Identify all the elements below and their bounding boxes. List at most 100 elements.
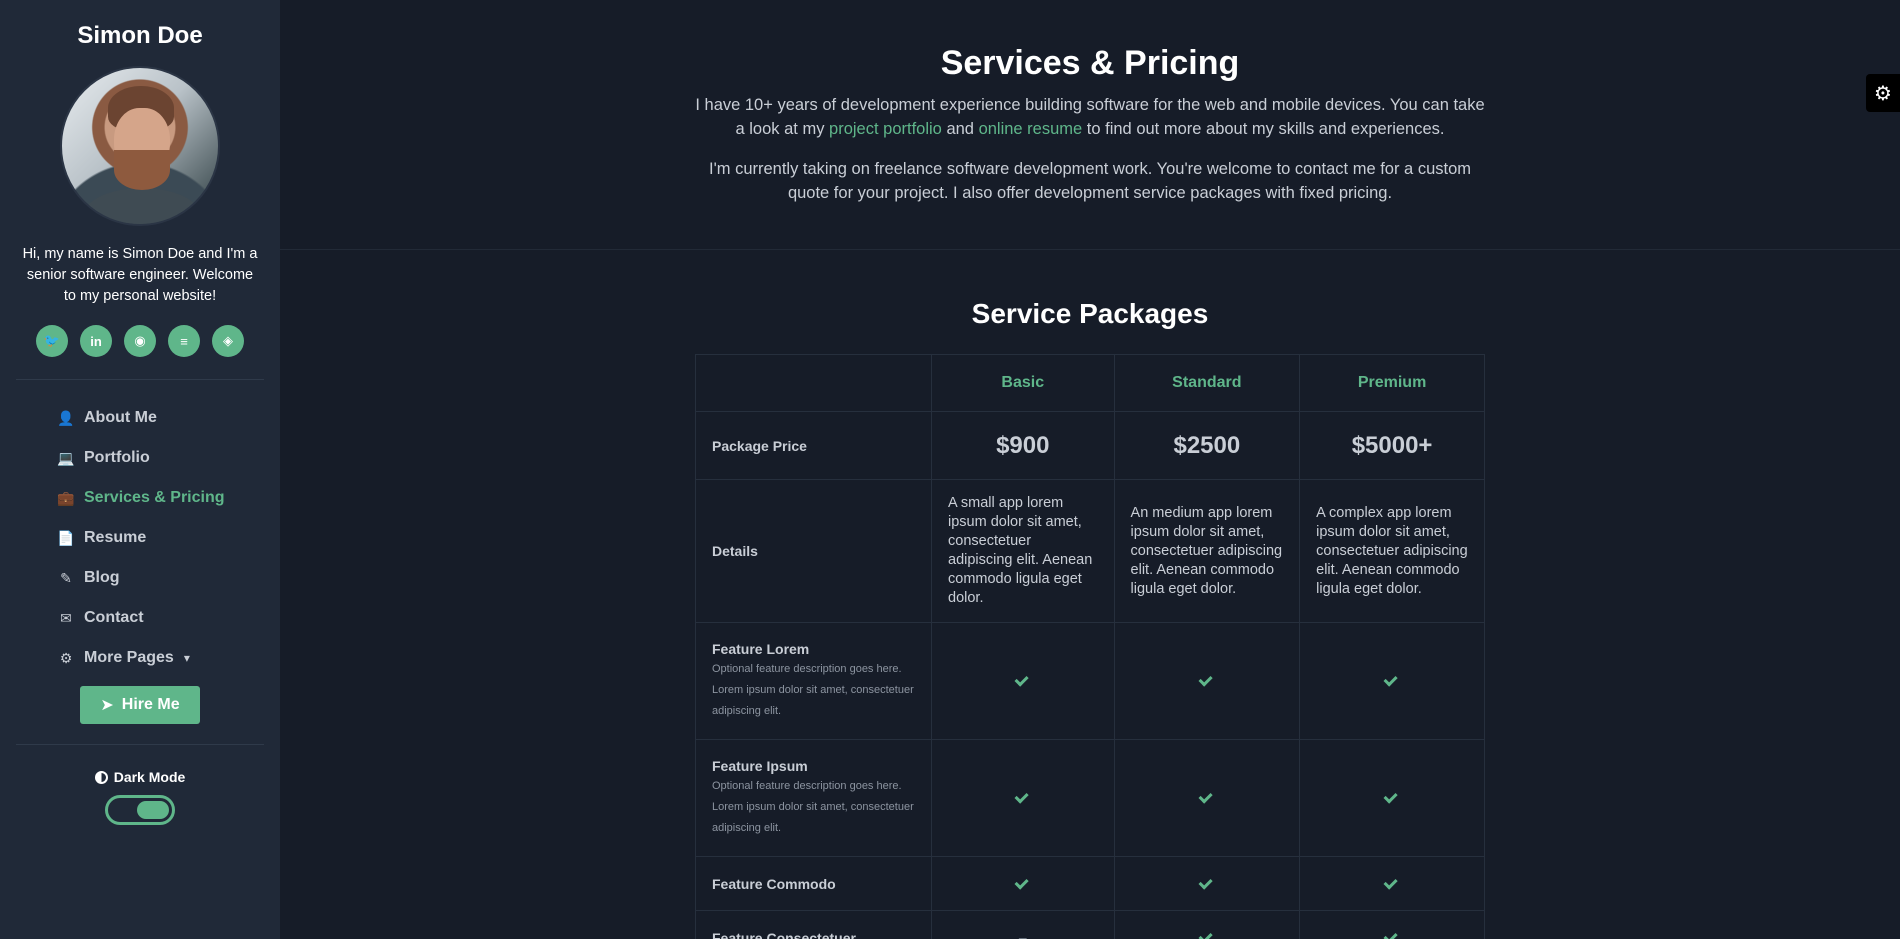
dark-mode-toggle[interactable]	[105, 795, 175, 825]
section-title: Service Packages	[971, 298, 1209, 329]
intro-section: Services & Pricing I have 10+ years of d…	[280, 0, 1900, 250]
sidebar: Simon Doe Hi, my name is Simon Doe and I…	[0, 0, 280, 939]
feature-cell-basic	[931, 622, 1115, 740]
check-icon	[1198, 789, 1213, 804]
user-icon: 👤	[57, 409, 75, 426]
column-header-premium: Premium	[1299, 354, 1485, 412]
feature-label: Feature Consectetuer	[695, 910, 932, 939]
dash-icon: –	[1018, 928, 1027, 939]
details-standard: An medium app lorem ipsum dolor sit amet…	[1113, 479, 1301, 623]
nav-item-about-me[interactable]: 👤 About Me	[57, 398, 280, 438]
intro-paragraph-1: I have 10+ years of development experien…	[695, 96, 1485, 138]
feature-cell-basic	[931, 856, 1115, 911]
table-header-row: Basic Standard Premium	[695, 354, 1485, 412]
nav-item-contact[interactable]: ✉ Contact	[58, 598, 280, 638]
price-standard: $2500	[1113, 411, 1301, 480]
file-alt-icon: 📄	[57, 529, 75, 546]
nav-item-more-pages[interactable]: ⚙ More Pages ▾	[58, 638, 280, 678]
feature-cell-premium	[1299, 739, 1485, 857]
nav-item-label: Resume	[84, 529, 147, 546]
price-premium: $5000+	[1299, 411, 1485, 480]
details-premium: A complex app lorem ipsum dolor sit amet…	[1299, 479, 1485, 623]
feature-label: Feature Ipsum Optional feature descriptio…	[695, 739, 932, 857]
paper-plane-icon: ➤	[100, 697, 114, 714]
check-icon	[1014, 789, 1029, 804]
blog-icon: ✎	[60, 569, 72, 586]
divider	[16, 744, 264, 745]
check-icon	[1014, 672, 1029, 687]
check-icon	[1383, 789, 1398, 804]
table-row: Details A small app lorem ipsum dolor si…	[695, 479, 1485, 623]
table-row: Feature Consectetuer –	[695, 910, 1485, 939]
check-icon	[1383, 929, 1398, 939]
table-row: Feature Ipsum Optional feature descriptio…	[695, 739, 1485, 857]
nav-item-services-pricing[interactable]: 💼 Services & Pricing	[57, 478, 280, 518]
laptop-code-icon: 💻	[57, 449, 75, 466]
feature-cell-standard	[1113, 910, 1301, 939]
github-icon[interactable]: ◉	[124, 325, 156, 357]
feature-label: Feature Lorem Optional feature descriptio…	[695, 622, 932, 740]
nav-item-label: Contact	[84, 609, 144, 626]
check-icon	[1198, 875, 1213, 890]
nav-item-label: Services & Pricing	[84, 489, 225, 506]
social-links: 🐦 in ◉ ≡ ◈	[0, 325, 280, 357]
codepen-icon[interactable]: ◈	[212, 325, 244, 357]
feature-cell-standard	[1113, 622, 1301, 740]
dark-mode-text: Dark Mode	[113, 769, 186, 785]
nav-item-label: Portfolio	[84, 449, 150, 466]
nav-item-label: Blog	[84, 569, 120, 586]
nav-item-blog[interactable]: ✎ Blog	[58, 558, 280, 598]
page-title: Services & Pricing	[940, 44, 1240, 82]
adjust-icon	[94, 770, 108, 784]
bio-text: Hi, my name is Simon Doe and I'm a senio…	[22, 246, 258, 304]
table-row: Feature Lorem Optional feature descriptio…	[695, 622, 1485, 740]
caret-down-icon: ▾	[183, 651, 190, 665]
stack-overflow-icon[interactable]: ≡	[168, 325, 200, 357]
price-basic: $900	[931, 411, 1115, 480]
nav-item-label: About Me	[84, 409, 157, 426]
feature-name: Feature Consectetuer	[712, 929, 856, 939]
cogs-icon: ⚙	[59, 649, 73, 666]
feature-cell-basic	[931, 739, 1115, 857]
table-row: Package Price $900 $2500 $5000+	[695, 411, 1485, 480]
nav-item-portfolio[interactable]: 💻 Portfolio	[57, 438, 280, 478]
details-basic: A small app lorem ipsum dolor sit amet, …	[931, 479, 1115, 623]
profile-avatar	[60, 66, 220, 226]
feature-name: Feature Lorem	[712, 640, 810, 657]
check-icon	[1383, 875, 1398, 890]
hire-me-label: Hire Me	[121, 696, 180, 713]
service-packages-section: Service Packages Basic Standard Premium …	[280, 250, 1900, 939]
table-row: Feature Commodo	[695, 856, 1485, 911]
check-icon	[1198, 672, 1213, 687]
online-resume-link[interactable]: online resume	[979, 120, 1083, 138]
feature-name: Feature Ipsum	[712, 757, 808, 774]
nav-item-resume[interactable]: 📄 Resume	[57, 518, 280, 558]
hire-me-button[interactable]: ➤ Hire Me	[80, 686, 200, 724]
check-icon	[1383, 672, 1398, 687]
linkedin-icon[interactable]: in	[80, 325, 112, 357]
column-header-standard: Standard	[1113, 354, 1301, 412]
main-content: Services & Pricing I have 10+ years of d…	[280, 0, 1900, 939]
divider	[16, 379, 264, 380]
intro-paragraph-2: I'm currently taking on freelance softwa…	[709, 160, 1471, 202]
gear-icon[interactable]: ⚙	[1866, 74, 1900, 112]
project-portfolio-link[interactable]: project portfolio	[829, 120, 942, 138]
empty-header-cell	[695, 354, 932, 412]
row-label: Package Price	[695, 411, 932, 480]
feature-cell-standard	[1113, 739, 1301, 857]
feature-description: Optional feature description goes here. …	[712, 662, 914, 717]
feature-label: Feature Commodo	[695, 856, 932, 911]
main-nav: 👤 About Me 💻 Portfolio 💼 Services & Pricing 📄 R…	[0, 398, 280, 678]
check-icon	[1014, 875, 1029, 890]
feature-name: Feature Commodo	[712, 875, 836, 892]
feature-description: Optional feature description goes here. …	[712, 779, 914, 834]
feature-cell-basic: –	[931, 910, 1115, 939]
site-owner-name[interactable]: Simon Doe	[0, 22, 280, 50]
dark-mode-label: Dark Mode	[0, 769, 280, 785]
envelope-open-icon: ✉	[60, 609, 72, 626]
row-label: Details	[695, 479, 932, 623]
feature-cell-standard	[1113, 856, 1301, 911]
twitter-icon[interactable]: 🐦	[36, 325, 68, 357]
feature-cell-premium	[1299, 856, 1485, 911]
feature-cell-premium	[1299, 910, 1485, 939]
